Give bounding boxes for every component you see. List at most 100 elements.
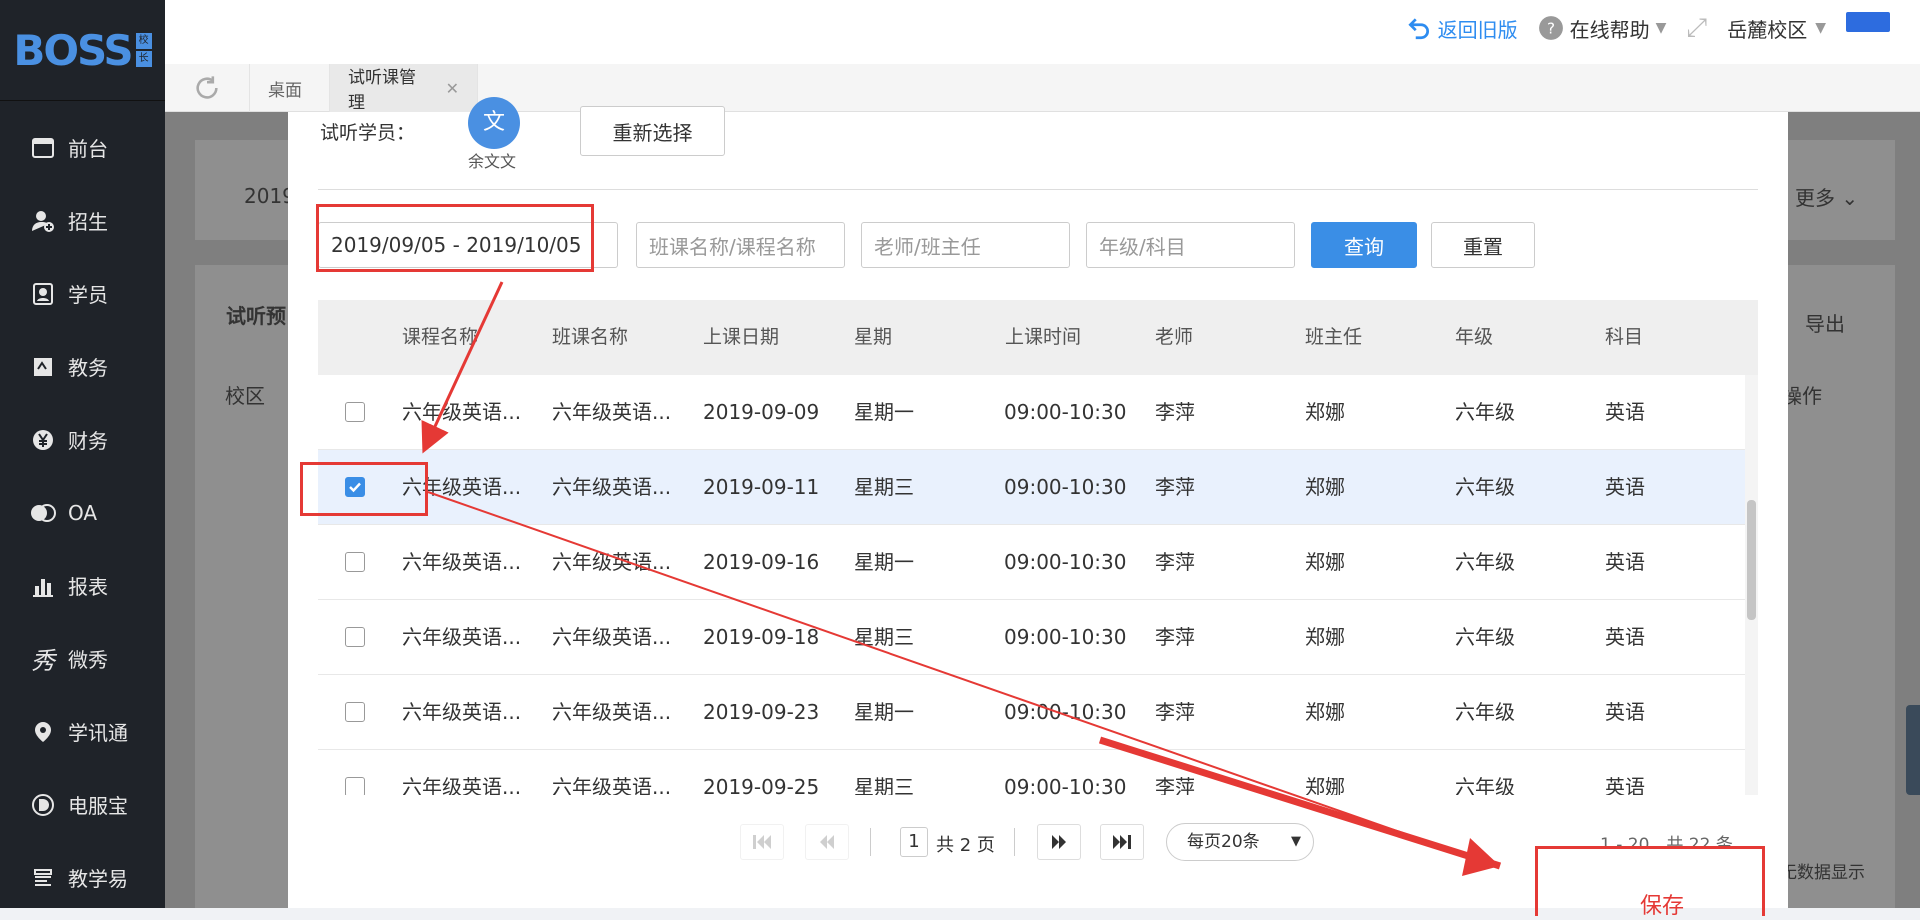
annotation-box-save <box>1535 846 1765 916</box>
scrollbar-thumb[interactable] <box>1747 500 1756 620</box>
sidebar-item-baobiao[interactable]: 报表 <box>0 549 165 622</box>
grade-subject-input[interactable]: 年级/科目 <box>1086 222 1295 268</box>
student-avatar[interactable]: 文 <box>468 97 520 149</box>
avatar[interactable] <box>1846 12 1890 32</box>
cell-grade: 六年级 <box>1455 475 1515 499</box>
teacher-input[interactable]: 老师/班主任 <box>861 222 1070 268</box>
pager-separator <box>1014 828 1015 856</box>
sidebar-item-jiaowu[interactable]: 教务 <box>0 330 165 403</box>
close-icon[interactable]: ✕ <box>446 79 459 98</box>
query-button[interactable]: 查询 <box>1311 222 1417 268</box>
reselect-button[interactable]: 重新选择 <box>580 106 725 156</box>
row-checkbox[interactable] <box>345 702 365 722</box>
row-checkbox[interactable] <box>345 552 365 572</box>
cell-class: 六年级英语... <box>552 700 672 724</box>
cell-grade: 六年级 <box>1455 625 1515 649</box>
table-header: 课程名称 班课名称 上课日期 星期 上课时间 老师 班主任 年级 科目 <box>318 300 1758 375</box>
campus-selector[interactable]: 岳麓校区 ▼ <box>1727 14 1826 43</box>
cell-class: 六年级英语... <box>552 400 672 424</box>
bg-more-label: 更多 <box>1795 186 1835 210</box>
yen-icon <box>30 427 56 453</box>
cell-course: 六年级英语... <box>402 700 522 724</box>
cell-head-teacher: 郑娜 <box>1305 400 1345 424</box>
cell-subject: 英语 <box>1605 475 1645 499</box>
boss-logo[interactable]: BOSS 校 长 <box>0 0 165 101</box>
cell-teacher: 李萍 <box>1155 475 1195 499</box>
sidebar-item-xuexuntong[interactable]: 学讯通 <box>0 695 165 768</box>
bg-title-fragment: 试听预 <box>226 304 286 328</box>
refresh-button[interactable] <box>165 64 250 112</box>
table-row[interactable]: 六年级英语... 六年级英语... 2019-09-18 星期三 09:00-1… <box>318 600 1746 675</box>
page-size-select[interactable]: 每页20条 ▼ <box>1166 823 1314 861</box>
cell-weekday: 星期一 <box>854 400 914 424</box>
top-bar: 返回旧版 ? 在线帮助 ▼ ⤢ 岳麓校区 ▼ <box>165 0 1920 64</box>
cell-date: 2019-09-25 <box>703 775 820 795</box>
oa-icon <box>30 500 56 526</box>
sidebar-item-label: 学员 <box>68 283 108 307</box>
reset-button[interactable]: 重置 <box>1431 222 1535 268</box>
cell-teacher: 李萍 <box>1155 625 1195 649</box>
cell-class: 六年级英语... <box>552 625 672 649</box>
cell-time: 09:00-10:30 <box>1004 700 1127 724</box>
total-pages: 共 2 页 <box>936 835 995 856</box>
online-help-button[interactable]: ? 在线帮助 ▼ <box>1538 14 1666 43</box>
sidebar-item-qiantai[interactable]: 前台 <box>0 111 165 184</box>
sidebar-item-zhaosheng[interactable]: 招生 <box>0 184 165 257</box>
weixiu-icon: 秀 <box>31 647 55 675</box>
prev-page-icon <box>820 835 834 849</box>
cell-head-teacher: 郑娜 <box>1305 475 1345 499</box>
sidebar-item-weixiu[interactable]: 秀 微秀 <box>0 622 165 695</box>
logo-badge-top: 校 <box>135 33 152 49</box>
sidebar: BOSS 校 长 前台 招生 学员 教务 财务 OA 报表 秀 微秀 学讯通 电… <box>0 0 165 908</box>
sidebar-item-jiaoxueyi[interactable]: 教学易 <box>0 841 165 914</box>
col-subject: 科目 <box>1605 326 1644 348</box>
phone-service-icon <box>30 792 56 818</box>
page-number-input[interactable]: 1 <box>900 827 928 857</box>
sidebar-item-oa[interactable]: OA <box>0 476 165 549</box>
cell-time: 09:00-10:30 <box>1004 550 1127 574</box>
last-page-button[interactable] <box>1100 824 1144 860</box>
table-row[interactable]: 六年级英语... 六年级英语... 2019-09-25 星期三 09:00-1… <box>318 750 1746 795</box>
cell-course: 六年级英语... <box>402 550 522 574</box>
cell-grade: 六年级 <box>1455 550 1515 574</box>
col-grade: 年级 <box>1455 326 1494 348</box>
help-icon: ? <box>1538 16 1563 40</box>
table-row[interactable]: 六年级英语... 六年级英语... 2019-09-09 星期一 09:00-1… <box>318 375 1746 450</box>
back-to-old-button[interactable]: 返回旧版 <box>1406 14 1518 43</box>
sidebar-item-caiwu[interactable]: 财务 <box>0 403 165 476</box>
course-name-input[interactable]: 班课名称/课程名称 <box>636 222 845 268</box>
cell-date: 2019-09-18 <box>703 625 820 649</box>
campus-label: 岳麓校区 <box>1727 17 1808 42</box>
cell-class: 六年级英语... <box>552 775 672 795</box>
sidebar-item-label: 微秀 <box>68 648 108 672</box>
tab-trial-class[interactable]: 试听课管理 ✕ <box>330 64 478 113</box>
prev-page-button[interactable] <box>805 824 849 860</box>
cell-teacher: 李萍 <box>1155 775 1195 795</box>
sidebar-item-xueyuan[interactable]: 学员 <box>0 257 165 330</box>
sidebar-item-dianfubao[interactable]: 电服宝 <box>0 768 165 841</box>
table-row[interactable]: 六年级英语... 六年级英语... 2019-09-23 星期一 09:00-1… <box>318 675 1746 750</box>
row-checkbox[interactable] <box>345 777 365 795</box>
next-page-button[interactable] <box>1037 824 1081 860</box>
location-icon <box>30 719 56 745</box>
book-icon <box>30 354 56 380</box>
logo-text: BOSS <box>13 25 133 75</box>
sidebar-item-label: 前台 <box>68 137 108 161</box>
table-scrollbar[interactable] <box>1745 375 1758 795</box>
teaching-icon <box>30 865 56 891</box>
tab-desktop[interactable]: 桌面 <box>250 64 330 112</box>
fullscreen-icon[interactable]: ⤢ <box>1686 13 1707 44</box>
refresh-icon <box>196 76 218 99</box>
pager-separator <box>870 828 871 856</box>
cell-head-teacher: 郑娜 <box>1305 550 1345 574</box>
cell-weekday: 星期三 <box>854 625 914 649</box>
table-row[interactable]: 六年级英语... 六年级英语... 2019-09-16 星期一 09:00-1… <box>318 525 1746 600</box>
row-checkbox[interactable] <box>345 627 365 647</box>
row-checkbox[interactable] <box>345 402 365 422</box>
cell-teacher: 李萍 <box>1155 700 1195 724</box>
bar-chart-icon <box>30 573 56 599</box>
table-row[interactable]: 六年级英语... 六年级英语... 2019-09-11 星期三 09:00-1… <box>318 450 1746 525</box>
first-page-button[interactable] <box>740 824 784 860</box>
id-card-icon <box>30 281 56 307</box>
col-teacher: 老师 <box>1155 326 1194 348</box>
